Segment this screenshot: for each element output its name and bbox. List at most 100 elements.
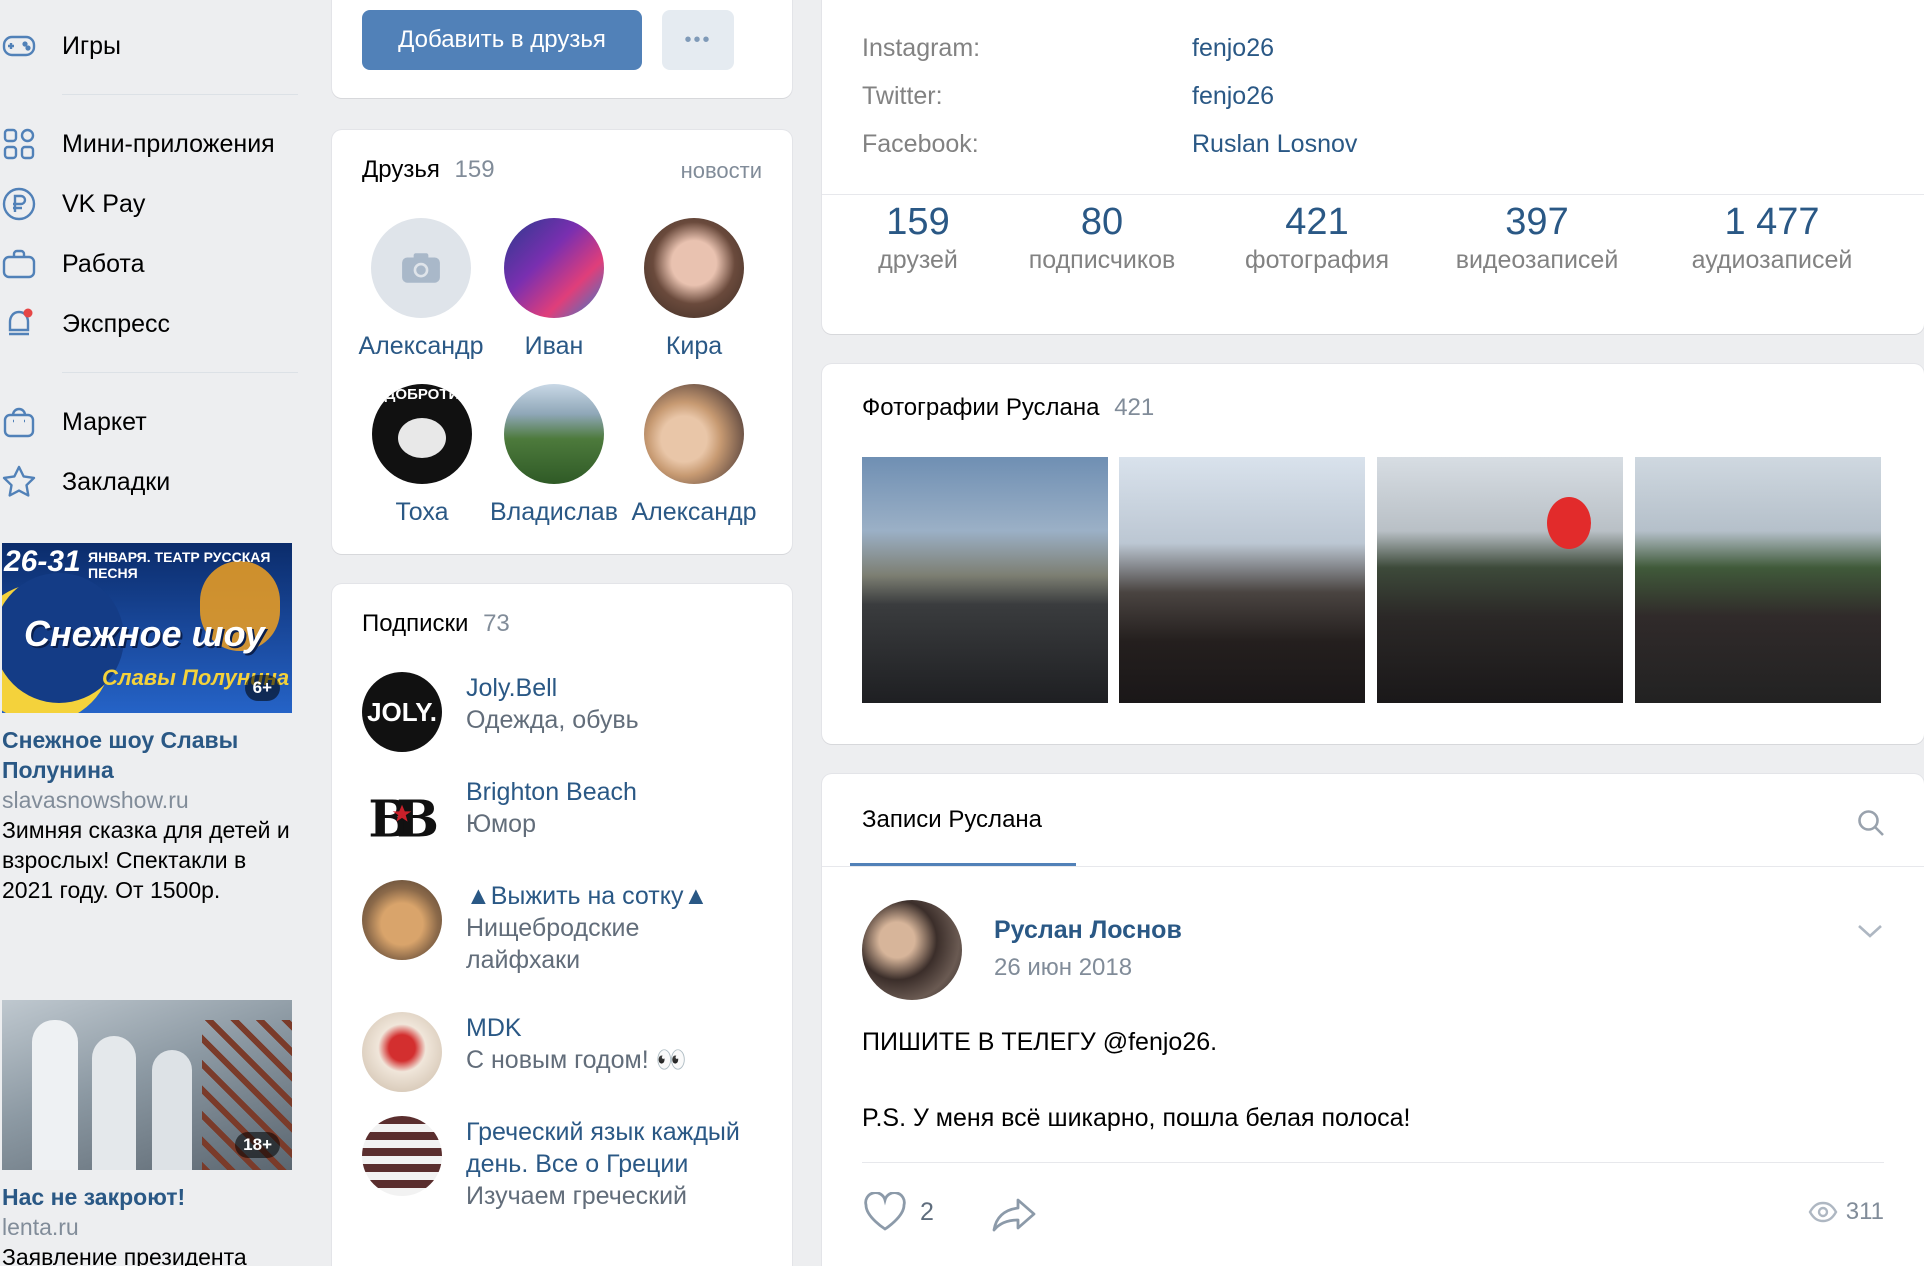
post-date[interactable]: 26 июн 2018 [994,954,1132,982]
more-actions-button[interactable]: ••• [662,10,734,70]
subscription-item[interactable]: Греческий язык каждый день. Все о Греции… [362,1116,756,1212]
subscription-item[interactable]: MDK С новым годом! 👀 [362,1012,687,1092]
friends-header[interactable]: Друзья 159 [362,156,495,184]
ad-banner[interactable]: 26-31 ЯНВАРЯ. ТЕАТР РУССКАЯ ПЕСНЯ Снежно… [2,543,292,713]
ad-block-lenta[interactable]: 18+ Нас не закроют! lenta.ru Заявление п… [2,1000,292,1266]
friend-name[interactable]: Тоха [342,498,502,527]
info-row-facebook: Facebook: Ruslan Losnov [862,130,1357,159]
nav-item-vk-pay[interactable]: VK Pay [0,180,145,228]
friend-name[interactable]: Кира [624,332,764,361]
friend-avatar[interactable] [504,384,604,484]
info-value-link[interactable]: Ruslan Losnov [1192,130,1357,159]
ruble-icon [0,185,38,223]
eye-icon [1808,1201,1838,1223]
subscription-avatar[interactable]: BB [362,776,442,856]
like-button[interactable]: 2 [862,1192,934,1232]
friends-news-link[interactable]: новости [681,158,762,184]
profile-actions-card: Добавить в друзья ••• [332,0,792,98]
friend-item[interactable]: Владислав [484,384,624,527]
nav-item-label: Маркет [62,407,147,436]
nav-item-express[interactable]: Экспресс [0,300,170,348]
share-icon[interactable] [990,1196,1038,1234]
ad-banner-venue: ЯНВАРЯ. ТЕАТР РУССКАЯ ПЕСНЯ [88,549,271,581]
subscription-title[interactable]: MDK [466,1012,687,1044]
wall-tab[interactable]: Записи Руслана [862,806,1042,834]
counter-label: друзей [878,246,958,274]
nav-item-work[interactable]: Работа [0,240,145,288]
counter-followers[interactable]: 80 подписчиков [1012,200,1192,275]
subscription-avatar[interactable]: JOLY. [362,672,442,752]
friend-avatar[interactable] [644,384,744,484]
counter-videos[interactable]: 397 видеозаписей [1442,200,1632,275]
counter-number: 421 [1285,201,1349,243]
subscription-title[interactable]: Joly.Bell [466,672,639,704]
ad-text: Зимняя сказка для детей и взрослых! Спек… [2,817,290,903]
photos-count: 421 [1114,394,1155,421]
photo-thumbnail[interactable] [1119,457,1365,703]
counter-number: 159 [886,201,950,243]
counter-label: фотография [1245,246,1389,274]
camera-icon [402,253,440,283]
ad-block-snow-show[interactable]: 26-31 ЯНВАРЯ. ТЕАТР РУССКАЯ ПЕСНЯ Снежно… [2,543,292,905]
counter-photos[interactable]: 421 фотография [1222,200,1412,275]
chevron-down-icon[interactable] [1856,922,1884,940]
heart-icon [864,1192,906,1231]
ad-domain[interactable]: lenta.ru [2,1212,292,1242]
friend-item[interactable]: Иван [484,218,624,361]
gamepad-icon [0,27,38,65]
cat-face-shape [398,418,446,458]
clipped-info-row [862,0,1462,4]
ad-title[interactable]: Нас не закроют! [2,1182,292,1212]
subscriptions-header[interactable]: Подписки 73 [362,610,510,638]
subscription-title[interactable]: Brighton Beach [466,776,637,808]
add-friend-button[interactable]: Добавить в друзья [362,10,642,70]
subscription-item[interactable]: ▲Выжить на сотку▲ Нищебродские лайфхаки [362,880,746,976]
counter-label: видеозаписей [1455,246,1619,274]
express-icon [0,305,38,343]
photo-thumbnail[interactable] [1377,457,1623,703]
friend-avatar[interactable]: ДОБРОТИ [372,384,472,484]
avatar-placeholder[interactable] [371,218,471,318]
friend-item[interactable]: ДОБРОТИ Тоха [342,384,502,527]
nav-separator [62,372,298,373]
subscription-desc: С новым годом! 👀 [466,1046,687,1074]
nav-item-market[interactable]: Маркет [0,398,147,446]
hazmat-figure [32,1020,78,1170]
subscription-avatar[interactable] [362,880,442,960]
nav-item-label: VK Pay [62,189,146,218]
info-value-link[interactable]: fenjo26 [1192,82,1274,111]
ad-banner[interactable]: 18+ [2,1000,292,1170]
search-icon[interactable] [1856,808,1886,838]
subscription-item[interactable]: BB Brighton Beach Юмор [362,776,637,856]
counter-friends[interactable]: 159 друзей [858,200,978,275]
info-label: Instagram: [862,34,981,62]
ad-title[interactable]: Снежное шоу Славы Полунина [2,725,292,785]
market-bag-icon [0,403,38,441]
ad-domain[interactable]: slavasnowshow.ru [2,785,292,815]
friend-item[interactable]: Александр [624,384,764,527]
photos-header[interactable]: Фотографии Руслана 421 [862,394,1154,422]
subscription-title[interactable]: Греческий язык каждый день. Все о Греции [466,1116,756,1180]
age-rating-badge: 6+ [244,675,280,701]
counter-audios[interactable]: 1 477 аудиозаписей [1672,200,1872,275]
photo-thumbnail[interactable] [1635,457,1881,703]
friend-avatar[interactable] [504,218,604,318]
nav-item-bookmarks[interactable]: Закладки [0,458,170,506]
subscription-item[interactable]: JOLY. Joly.Bell Одежда, обувь [362,672,639,752]
nav-item-mini-apps[interactable]: Мини-приложения [0,120,275,168]
friend-item[interactable]: Кира [624,218,764,361]
photos-card: Фотографии Руслана 421 [822,364,1924,744]
subscription-avatar[interactable] [362,1012,442,1092]
photo-thumbnail[interactable] [862,457,1108,703]
friend-avatar[interactable] [644,218,744,318]
post-author-name[interactable]: Руслан Лоснов [994,916,1182,945]
friend-name[interactable]: Александр [624,498,764,527]
friend-name[interactable]: Владислав [484,498,624,527]
post-author-avatar[interactable] [862,900,962,1000]
friend-name[interactable]: Иван [484,332,624,361]
subscription-avatar[interactable] [362,1116,442,1196]
nav-item-games[interactable]: Игры [0,22,121,70]
info-value-link[interactable]: fenjo26 [1192,34,1274,63]
subscription-title[interactable]: ▲Выжить на сотку▲ [466,880,746,912]
counter-number: 1 477 [1724,201,1820,243]
